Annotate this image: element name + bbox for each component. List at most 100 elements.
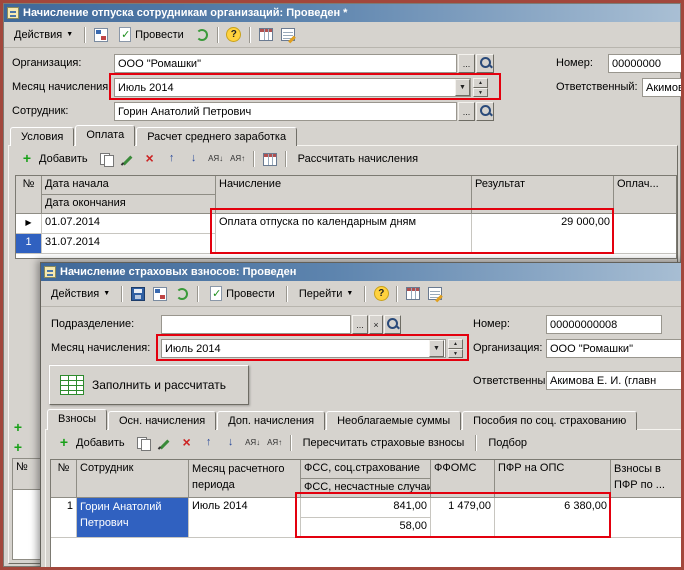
col-header-fss-social[interactable]: ФСС, соц.страхование [301,460,431,479]
month-spin-up-button[interactable]: ▲ [448,339,463,349]
edit-row-button[interactable] [118,149,138,169]
col-header-num[interactable]: № [16,176,42,214]
col-header-num[interactable]: № [51,460,77,498]
pick-button[interactable]: Подбор [482,434,533,452]
tab-social-benefits[interactable]: Пособия по соц. страхованию [462,411,638,430]
report-structure-button[interactable] [256,25,276,45]
tab-contributions[interactable]: Взносы [47,409,107,430]
month-spin-down-button[interactable]: ▼ [448,349,463,358]
move-up-button[interactable]: ↑ [162,149,182,169]
recalculate-contributions-button[interactable]: Пересчитать страховые взносы [297,434,471,452]
month-dropdown-button[interactable]: ▼ [455,79,470,96]
number-input[interactable] [608,54,681,73]
sort-asc-button[interactable]: АЯ↓ [243,433,263,453]
actions-menu-button[interactable]: Действия ▼ [45,285,116,303]
department-ellipsis-button[interactable]: ... [352,315,368,334]
col-header-employee[interactable]: Сотрудник [77,460,189,498]
employee-magnifier-button[interactable] [476,102,494,121]
move-down-button[interactable]: ↓ [184,149,204,169]
employee-cell[interactable]: Горин Анатолий Петрович [77,498,189,538]
goto-menu-button[interactable]: Перейти ▼ [293,285,360,303]
copy-row-button[interactable] [133,433,153,453]
fill-and-calculate-button[interactable]: Заполнить и рассчитать [49,365,249,405]
structure-button[interactable] [91,25,111,45]
fss-accident-cell[interactable]: 58,00 [301,518,431,538]
responsible-input[interactable] [642,78,681,97]
leftover-add-button-2[interactable]: + [8,438,28,458]
add-row-button[interactable]: + Добавить [50,432,131,454]
report-structure-button[interactable] [403,284,423,304]
org-input[interactable] [114,54,457,73]
tab-main-accruals[interactable]: Осн. начисления [107,411,217,430]
col-header-ffoms[interactable]: ФФОМС [431,460,495,498]
sort-desc-button[interactable]: АЯ↑ [265,433,285,453]
sort-desc-button[interactable]: АЯ↑ [228,149,248,169]
leftover-add-button[interactable]: + [8,418,28,438]
post-document-button[interactable]: ✓ Провести [204,283,281,304]
help-button[interactable]: ? [371,284,391,304]
row-number-cell[interactable]: 1 [16,234,42,254]
employee-ellipsis-button[interactable]: ... [458,102,475,121]
fss-social-cell[interactable]: 841,00 [301,498,431,518]
month-spin-up-button[interactable]: ▲ [473,78,488,88]
employee-input[interactable] [114,102,457,121]
row-number-cell[interactable]: 1 [51,498,77,538]
result-cell[interactable]: 29 000,00 [472,214,614,254]
month-dropdown-button[interactable]: ▼ [429,340,444,357]
col-header-accrual[interactable]: Начисление [216,176,472,214]
date-start-cell[interactable]: 01.07.2014 [42,214,216,234]
delete-row-button[interactable]: × [140,149,160,169]
save-button[interactable] [128,284,148,304]
accrual-cell[interactable]: Оплата отпуска по календарным дням [216,214,472,254]
actions-menu-button[interactable]: Действия ▼ [8,26,79,44]
structure-button[interactable] [150,284,170,304]
form-settings-button[interactable] [425,284,445,304]
department-magnifier-button[interactable] [384,315,401,334]
add-row-button[interactable]: + Добавить [13,148,94,170]
date-end-cell[interactable]: 31.07.2014 [42,234,216,254]
month-cell[interactable]: Июль 2014 [189,498,301,538]
tab-additional-accruals[interactable]: Доп. начисления [217,411,326,430]
col-header-pfr-extra[interactable]: Взносы в ПФР по ... [611,460,681,498]
move-down-button[interactable]: ↓ [221,433,241,453]
refresh-button[interactable] [192,25,212,45]
refresh-button[interactable] [172,284,192,304]
month-spin-down-button[interactable]: ▼ [473,88,488,97]
ffoms-cell[interactable]: 1 479,00 [431,498,495,538]
tab-payment[interactable]: Оплата [75,125,136,146]
move-up-button[interactable]: ↑ [199,433,219,453]
tab-conditions[interactable]: Условия [10,127,75,146]
col-header-pfr[interactable]: ПФР на ОПС [495,460,611,498]
month-combo-input[interactable] [161,339,446,358]
col-header-date-end[interactable]: Дата окончания [42,195,216,214]
col-header-fss-accident[interactable]: ФСС, несчастные случаи [301,479,431,498]
org-ellipsis-button[interactable]: ... [458,54,475,73]
col-header-date-start[interactable]: Дата начала [42,176,216,195]
w2-titlebar[interactable]: Начисление страховых взносов: Проведен [41,263,681,281]
tab-average-earnings[interactable]: Расчет среднего заработка [136,127,298,146]
org-input[interactable] [546,339,681,358]
col-header-paid[interactable]: Оплач... [614,176,676,214]
org-magnifier-button[interactable] [476,54,494,73]
sort-asc-button[interactable]: АЯ↓ [206,149,226,169]
paid-cell[interactable] [614,214,676,254]
month-combo-input[interactable] [114,78,471,97]
pfr-cell[interactable]: 6 380,00 [495,498,611,538]
col-header-month[interactable]: Месяц расчетного периода [189,460,301,498]
delete-row-button[interactable]: × [177,433,197,453]
copy-row-button[interactable] [96,149,116,169]
number-input[interactable] [546,315,662,334]
form-settings-button[interactable] [278,25,298,45]
calculate-accruals-button[interactable]: Рассчитать начисления [292,150,425,168]
post-document-button[interactable]: ✓ Провести [113,24,190,45]
department-input[interactable] [161,315,351,334]
pfr-extra-cell[interactable] [611,498,681,538]
edit-row-button[interactable] [155,433,175,453]
w1-titlebar[interactable]: Начисление отпуска сотрудникам организац… [4,4,680,22]
department-clear-button[interactable]: × [369,315,383,334]
help-button[interactable]: ? [224,25,244,45]
col-header-result[interactable]: Результат [472,176,614,214]
table-row[interactable]: ▶ 1 01.07.2014 31.07.2014 Оплата отпуска… [16,214,676,254]
grid-settings-button[interactable] [260,149,280,169]
tab-nontaxable-amounts[interactable]: Необлагаемые суммы [326,411,462,430]
